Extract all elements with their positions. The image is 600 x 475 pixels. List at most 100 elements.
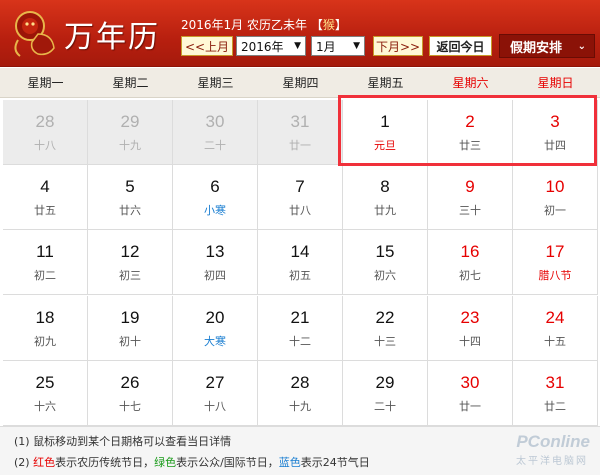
- calendar-day-cell[interactable]: 25 十六: [3, 360, 88, 426]
- legend-footer: (1) 鼠标移动到某个日期格可以查看当日详情 (2) 红色表示农历传统节日，绿色…: [0, 426, 600, 475]
- lunar-date: 十五: [544, 334, 566, 348]
- lunar-date: 初一: [544, 204, 566, 218]
- calendar-day-cell[interactable]: 1 元旦: [343, 100, 428, 165]
- day-number: 27: [205, 372, 225, 392]
- calendar-day-cell[interactable]: 6 小寒: [173, 165, 258, 231]
- day-number: 9: [465, 177, 475, 197]
- lunar-date: 廿一: [289, 139, 311, 152]
- calendar-day-cell[interactable]: 29 二十: [343, 360, 428, 426]
- legend-line-2: (2) 红色表示农历传统节日，绿色表示公众/国际节日，蓝色表示24节气日: [14, 454, 370, 470]
- lunar-date: 十九: [119, 139, 141, 152]
- calendar-day-cell[interactable]: 5 廿六: [88, 165, 173, 231]
- lunar-date: 初六: [374, 269, 396, 283]
- month-select[interactable]: 1月 ▼: [311, 36, 365, 56]
- lunar-date: 廿三: [459, 139, 481, 152]
- calendar-day-cell[interactable]: 13 初四: [173, 230, 258, 296]
- day-number: 23: [460, 307, 480, 327]
- lunar-date: 元旦: [374, 139, 396, 152]
- lunar-date: 大寒: [204, 334, 226, 348]
- calendar-day-cell[interactable]: 29 十九: [88, 100, 173, 165]
- calendar-day-cell[interactable]: 4 廿五: [3, 165, 88, 231]
- calendar-day-cell[interactable]: 30 二十: [173, 100, 258, 165]
- day-number: 18: [35, 307, 55, 327]
- lunar-date-line: 2016年1月 农历乙未年 【猴】: [181, 16, 347, 33]
- dropdown-arrow-icon: ▼: [353, 41, 360, 51]
- day-number: 2: [465, 112, 475, 131]
- calendar-day-cell[interactable]: 14 初五: [258, 230, 343, 296]
- weekday-header-row: 星期一 星期二 星期三 星期四 星期五 星期六 星期日: [0, 68, 600, 98]
- calendar-day-cell[interactable]: 21 十二: [258, 295, 343, 361]
- calendar-day-cell[interactable]: 16 初七: [428, 230, 513, 296]
- calendar-day-cell[interactable]: 19 初十: [88, 295, 173, 361]
- calendar-day-cell[interactable]: 10 初一: [513, 165, 598, 231]
- dropdown-arrow-icon: ▼: [294, 41, 301, 51]
- calendar-day-cell[interactable]: 30 廿一: [428, 360, 513, 426]
- lunar-date: 廿八: [289, 204, 311, 218]
- day-number: 28: [290, 372, 310, 392]
- day-number: 21: [290, 307, 310, 327]
- legend-line-2-prefix: (2): [14, 456, 34, 469]
- legend-red-desc: 表示农历传统节日，: [55, 456, 155, 469]
- lunar-date: 十八: [204, 399, 226, 413]
- calendar-day-cell[interactable]: 17 腊八节: [513, 230, 598, 296]
- weekday-label: 星期一: [27, 76, 64, 90]
- lunar-date: 十九: [289, 399, 311, 413]
- month-select-value: 1月: [316, 39, 336, 54]
- weekday-label: 星期六: [452, 76, 489, 90]
- weekday-label: 星期日: [537, 76, 574, 90]
- lunar-date: 初三: [119, 269, 141, 283]
- holiday-schedule-dropdown[interactable]: 假期安排 ⌄: [499, 34, 595, 58]
- next-month-button[interactable]: 下月>>: [373, 36, 423, 56]
- zodiac-open-bracket: 【: [310, 18, 323, 32]
- calendar-day-cell[interactable]: 20 大寒: [173, 295, 258, 361]
- lunar-date: 二十: [374, 399, 396, 413]
- day-number: 31: [545, 372, 565, 392]
- day-number: 11: [36, 242, 54, 262]
- day-number: 6: [210, 177, 220, 197]
- calendar-day-cell[interactable]: 11 初二: [3, 230, 88, 296]
- back-to-today-button[interactable]: 返回今日: [429, 36, 492, 56]
- weekday-label: 星期三: [197, 76, 234, 90]
- lunar-date: 廿四: [544, 139, 566, 152]
- calendar-day-cell[interactable]: 18 初九: [3, 295, 88, 361]
- day-number: 14: [290, 242, 310, 262]
- lunar-date: 十六: [34, 399, 56, 413]
- day-number: 28: [35, 112, 55, 131]
- calendar-day-cell[interactable]: 9 三十: [428, 165, 513, 231]
- year-select[interactable]: 2016年 ▼: [236, 36, 306, 56]
- calendar-day-cell[interactable]: 24 十五: [513, 295, 598, 361]
- lunar-date: 廿二: [544, 399, 566, 413]
- app-title: 万年历: [64, 20, 160, 55]
- lunar-date: 十七: [119, 399, 141, 413]
- calendar-day-cell[interactable]: 28 十八: [3, 100, 88, 165]
- calendar-day-cell[interactable]: 15 初六: [343, 230, 428, 296]
- calendar-day-cell[interactable]: 31 廿二: [513, 360, 598, 426]
- lunar-date: 廿一: [459, 399, 481, 413]
- calendar-day-cell[interactable]: 23 十四: [428, 295, 513, 361]
- prev-month-button[interactable]: <<上月: [181, 36, 233, 56]
- calendar-day-cell[interactable]: 27 十八: [173, 360, 258, 426]
- lunar-date: 廿九: [374, 204, 396, 218]
- calendar-day-cell[interactable]: 8 廿九: [343, 165, 428, 231]
- day-number: 8: [380, 177, 390, 197]
- monkey-logo-icon: [14, 11, 55, 57]
- calendar-day-cell[interactable]: 7 廿八: [258, 165, 343, 231]
- calendar-day-cell[interactable]: 22 十三: [343, 295, 428, 361]
- lunar-date: 廿五: [34, 204, 56, 218]
- weekday-label: 星期四: [282, 76, 319, 90]
- lunar-date: 十八: [34, 139, 56, 152]
- day-number: 17: [545, 242, 565, 262]
- calendar-day-cell[interactable]: 28 十九: [258, 360, 343, 426]
- calendar-day-cell[interactable]: 2 廿三: [428, 100, 513, 165]
- calendar-day-cell[interactable]: 12 初三: [88, 230, 173, 296]
- calendar-day-cell[interactable]: 31 廿一: [258, 100, 343, 165]
- legend-blue-desc: 表示24节气日: [300, 456, 370, 469]
- current-date-text: 2016年1月 农历乙未年: [181, 18, 307, 32]
- calendar-header: 万年历 2016年1月 农历乙未年 【猴】 <<上月 2016年 ▼ 1月 ▼ …: [0, 0, 600, 67]
- lunar-date: 初二: [34, 269, 56, 283]
- legend-line-1: (1) 鼠标移动到某个日期格可以查看当日详情: [14, 435, 232, 448]
- day-number: 24: [545, 307, 565, 327]
- day-number: 4: [40, 177, 50, 197]
- calendar-day-cell[interactable]: 26 十七: [88, 360, 173, 426]
- calendar-day-cell[interactable]: 3 廿四: [513, 100, 598, 165]
